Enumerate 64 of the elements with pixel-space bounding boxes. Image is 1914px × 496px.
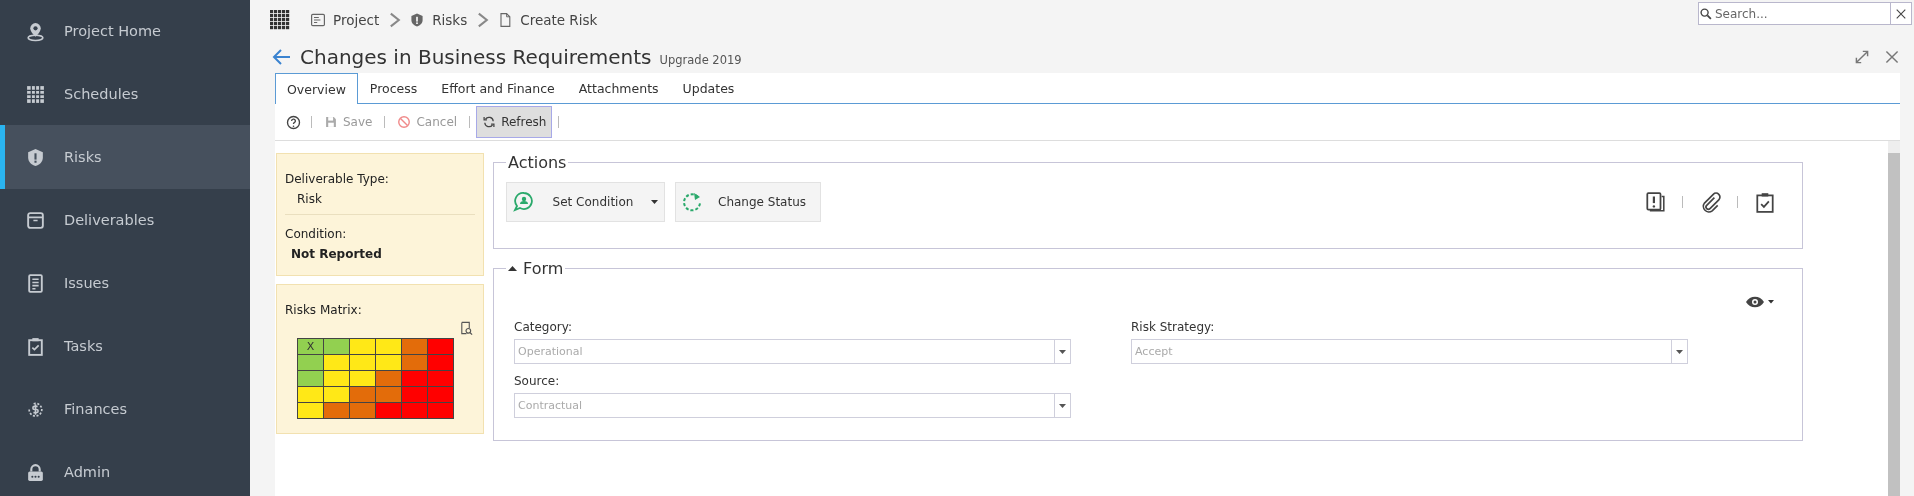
field-label: Risk Strategy: (1131, 320, 1216, 334)
document-search-icon[interactable] (459, 321, 473, 336)
page-title: Changes in Business Requirements (300, 44, 652, 69)
help-icon[interactable] (286, 114, 301, 130)
search-field[interactable]: Search... (1698, 2, 1912, 25)
matrix-cell: X (297, 338, 324, 355)
caret-down-icon (1676, 349, 1683, 354)
caret-down-icon (1059, 349, 1066, 354)
tab[interactable]: Overview (275, 73, 358, 104)
close-icon[interactable] (1895, 7, 1907, 20)
close-icon[interactable] (1884, 48, 1900, 65)
sidebar-item[interactable]: Schedules (0, 62, 250, 126)
action-button[interactable]: Change Status (675, 182, 821, 222)
prohibited-icon (397, 115, 412, 129)
caret-down-icon (651, 200, 658, 204)
field-value: Risk (285, 186, 475, 215)
window-icon (310, 12, 326, 28)
sidebar-item[interactable]: Issues (0, 251, 250, 315)
toolbar-button[interactable]: Refresh (476, 106, 553, 138)
tab[interactable]: Attachments (566, 73, 671, 103)
tab[interactable]: Updates (670, 73, 747, 103)
action-button[interactable]: Set Condition (506, 182, 665, 222)
sidebar-item[interactable]: Tasks (0, 314, 250, 378)
search-icon (1699, 6, 1713, 21)
collapse-caret-icon[interactable] (508, 266, 517, 271)
shield-icon (25, 146, 46, 168)
tab[interactable]: Effort and Finance (429, 73, 567, 103)
field-value: Not Reported (290, 246, 383, 263)
clipboard-check-icon[interactable] (1754, 191, 1776, 213)
scrollbar[interactable] (1888, 141, 1900, 496)
field-label: Risks Matrix: (285, 302, 363, 317)
clipboard-check-icon (25, 335, 46, 357)
caret-down-icon[interactable] (1768, 300, 1774, 304)
chat-person-icon (513, 191, 535, 213)
panel-title: Actions (507, 153, 568, 172)
eye-icon[interactable] (1745, 294, 1765, 310)
app-grid-icon[interactable] (270, 10, 290, 30)
tab[interactable]: Process (357, 73, 430, 103)
field-label: Deliverable Type: (285, 171, 390, 186)
circular-arrow-icon (682, 191, 704, 213)
back-arrow-icon[interactable] (272, 46, 292, 67)
sidebar-item[interactable]: Admin (0, 440, 250, 496)
shield-icon (409, 12, 426, 28)
breadcrumb-link[interactable]: Project (333, 12, 380, 28)
sidebar-item[interactable]: Deliverables (0, 188, 250, 252)
field-label: Source: (514, 374, 561, 388)
lock-icon (25, 461, 46, 483)
refresh-icon (482, 115, 497, 129)
document-icon (25, 272, 46, 294)
alert-document-icon[interactable] (1644, 191, 1666, 213)
sidebar-item[interactable]: Project Home (0, 0, 250, 63)
expand-icon[interactable] (1854, 48, 1870, 65)
location-pin-icon (25, 20, 46, 42)
sidebar-item[interactable]: Finances (0, 377, 250, 441)
breadcrumb-link[interactable]: Create Risk (520, 12, 598, 28)
box-icon (25, 209, 46, 231)
breadcrumb-link[interactable]: Risks (432, 12, 468, 28)
caret-down-icon (1059, 403, 1066, 408)
page-subtitle: Upgrade 2019 (659, 52, 742, 67)
field-label: Category: (514, 320, 573, 334)
panel-title: Form (523, 259, 564, 278)
sidebar-item[interactable]: Risks (0, 125, 250, 189)
field-label: Condition: (285, 226, 348, 241)
calendar-grid-icon (25, 83, 46, 105)
